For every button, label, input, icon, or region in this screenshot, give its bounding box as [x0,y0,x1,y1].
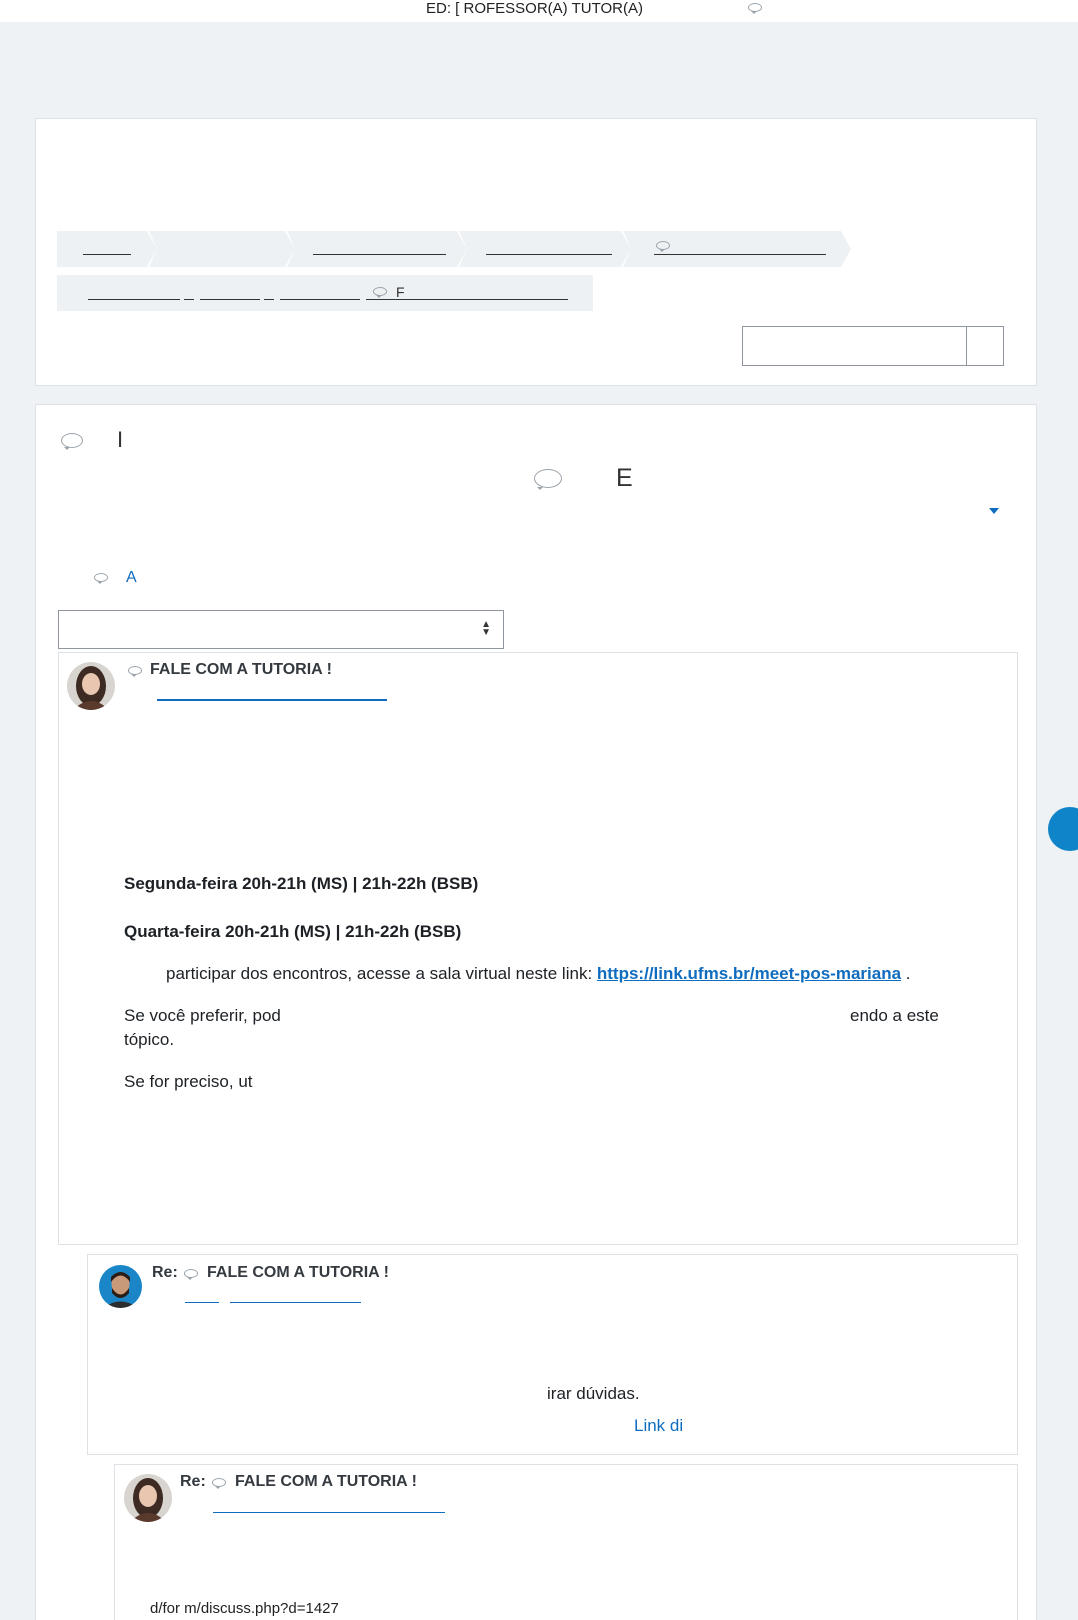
participate-text: participar dos encontros, acesse a sala … [166,964,597,983]
breadcrumb-item-2[interactable] [149,231,295,267]
post-re-label: Re: [152,1264,178,1281]
chat-bubble-icon [128,666,142,677]
needed-text: Se for preciso, ut [124,1072,253,1091]
select-arrows-icon: ▲ ▼ [481,619,491,638]
page-url-footer: d/for m/discuss.php?d=1427 [150,1600,339,1617]
search-input[interactable] [742,326,1004,366]
meet-link[interactable]: https://link.ufms.br/meet-pos-mariana [597,964,901,983]
post-author-link[interactable] [157,699,387,701]
post-author-link[interactable] [213,1512,445,1513]
post-re-label: Re: [180,1473,206,1490]
breadcrumb-item-1[interactable] [57,231,157,267]
user-avatar[interactable] [99,1265,142,1308]
discussion-title: E [616,464,633,492]
breadcrumb-row-2 [57,275,593,311]
breadcrumb-item-3[interactable] [287,231,467,267]
breadcrumb-link-1[interactable] [83,254,131,255]
chat-bubble-icon [656,241,670,252]
doubts-text: irar dúvidas. [547,1384,640,1403]
browser-header: ED: [ ROFESSOR(A) TUTOR(A) [0,0,1078,22]
breadcrumb-item-forum[interactable]: F [396,284,405,300]
post-author-link-1[interactable] [185,1302,219,1303]
discussion-icon [534,469,562,490]
participate-suffix: . [901,964,911,983]
schedule-wednesday: Quarta-feira 20h-21h (MS) | 21h-22h (BSB… [124,922,462,941]
breadcrumb-link-6[interactable] [88,299,180,300]
breadcrumb-link-7[interactable] [200,299,260,300]
breadcrumb-sep-2 [264,299,274,300]
chat-bubble-icon [212,1478,226,1489]
breadcrumb-link-5[interactable] [654,254,826,255]
chat-bubble-icon [94,573,108,584]
prefer-text-topic: tópico. [124,1030,175,1049]
prefer-text-start: Se você preferir, pod [124,1006,281,1025]
forum-link[interactable]: A [126,569,137,587]
participate-line: participar dos encontros, acesse a sala … [166,964,911,984]
post-subject[interactable]: FALE COM A TUTORIA ! [207,1264,389,1282]
search-button[interactable] [966,327,1003,365]
discord-link[interactable]: Link di [634,1416,683,1436]
schedule-monday: Segunda-feira 20h-21h (MS) | 21h-22h (BS… [124,874,479,893]
chat-bubble-icon [373,287,387,298]
breadcrumb-item-5[interactable] [623,231,851,267]
user-avatar[interactable] [67,662,115,710]
breadcrumb-link-8[interactable] [280,299,360,300]
forum-icon [61,433,83,450]
page-header-title: ED: [ ROFESSOR(A) TUTOR(A) [426,0,643,17]
breadcrumb-link-3[interactable] [313,254,446,255]
settings-dropdown-caret-icon[interactable] [989,508,999,514]
breadcrumb-sep-1 [184,299,194,300]
breadcrumb-link-forum[interactable] [366,299,568,300]
post-author-link-2[interactable] [230,1302,361,1303]
forum-post-1 [58,652,1018,1245]
forum-post-2 [87,1254,1018,1455]
chat-bubble-icon [748,3,762,14]
display-mode-select[interactable]: ▲ ▼ [58,610,504,649]
chat-bubble-icon [184,1269,198,1280]
drawer-toggle-button[interactable] [1048,807,1078,851]
user-avatar[interactable] [124,1474,172,1522]
breadcrumb-link-4[interactable] [486,254,612,255]
breadcrumb-item-4[interactable] [459,231,631,267]
forum-title: I [117,427,124,452]
prefer-text-end: endo a este [850,1006,939,1025]
post-subject[interactable]: FALE COM A TUTORIA ! [235,1473,417,1491]
post-subject[interactable]: FALE COM A TUTORIA ! [150,661,332,679]
